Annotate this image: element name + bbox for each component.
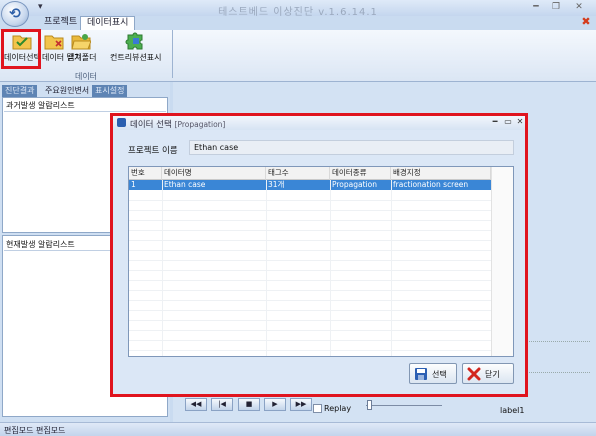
grid-line	[129, 270, 491, 271]
grid-header-data-name[interactable]: 데이터명	[162, 167, 266, 180]
grid-line	[129, 240, 491, 241]
past-alarm-title: 과거발생 알람리스트	[6, 101, 75, 110]
label1: label1	[500, 406, 525, 415]
replay-checkbox[interactable]	[313, 404, 322, 413]
tab-main-cause[interactable]: 주요원인변서	[42, 85, 92, 97]
puzzle-icon	[125, 32, 143, 50]
grid-column-line	[330, 180, 331, 356]
grid-cell-tag-count: 31개	[268, 180, 285, 189]
grid-line	[129, 340, 491, 341]
data-close-button[interactable]: 데이터 닫기	[42, 32, 82, 66]
grid-line	[129, 280, 491, 281]
dialog-close-button[interactable]: ✕	[515, 117, 525, 126]
capture-folder-label: 캡쳐폴더	[67, 53, 97, 62]
tab-data-display[interactable]: 데이터표시	[80, 16, 136, 30]
timeline-slider-track[interactable]	[366, 405, 442, 406]
window-minimize-button[interactable]: ━	[527, 2, 545, 13]
stop-button[interactable]: ■	[238, 398, 260, 411]
project-name-field[interactable]: Ethan case	[189, 140, 514, 155]
save-disk-icon	[415, 368, 427, 380]
grid-line	[129, 250, 491, 251]
status-text: 편집모드 편집모드	[4, 426, 66, 435]
grid-cell-background: fractionation screen	[393, 180, 469, 189]
dialog-minimize-button[interactable]: ━	[490, 117, 500, 126]
grid-column-line	[162, 180, 163, 356]
ribbon: 데이터선택 데이터 닫기 캡쳐폴더 컨트리뷰션표시 데이터	[0, 30, 596, 82]
grid-line	[129, 210, 491, 211]
capture-folder-button[interactable]: 캡쳐폴더	[67, 32, 97, 66]
grid-line	[129, 230, 491, 231]
grid-line	[129, 320, 491, 321]
dialog-maximize-button[interactable]: ▭	[503, 117, 513, 126]
left-panel-tabs: 진단결과 주요원인변서 표시설정	[0, 85, 170, 97]
contribution-display-label: 컨트리뷰션표시	[110, 53, 162, 62]
grid-line	[129, 350, 491, 351]
grid-header-data-type[interactable]: 데이터종류	[330, 167, 391, 180]
replay-label: Replay	[324, 404, 352, 413]
chart-gridline	[520, 372, 590, 373]
ribbon-tab-bar: 프로젝트 데이터표시	[0, 16, 596, 30]
grid-header-number[interactable]: 번호	[129, 167, 162, 180]
grid-line	[129, 200, 491, 201]
grid-line	[129, 300, 491, 301]
grid-column-line	[266, 180, 267, 356]
window-close-button[interactable]: ✕	[567, 2, 591, 13]
timeline-slider-thumb[interactable]	[367, 400, 372, 410]
grid-cell-number: 1	[131, 180, 136, 189]
close-button-label: 닫기	[485, 370, 500, 379]
play-button[interactable]: ▶	[264, 398, 286, 411]
status-bar	[0, 422, 596, 436]
chart-gridline	[520, 341, 590, 342]
grid-line	[129, 330, 491, 331]
tab-diagnosis-result[interactable]: 진단결과	[2, 85, 38, 97]
grid-header-background[interactable]: 배경지정	[391, 167, 491, 180]
grid-cell-data-type: Propagation	[332, 180, 377, 189]
highlight-box	[1, 29, 41, 69]
close-x-icon	[467, 367, 481, 381]
select-button-label: 선택	[432, 370, 447, 379]
select-button[interactable]: 선택	[409, 363, 457, 384]
contribution-display-button[interactable]: 컨트리뷰션표시	[110, 32, 162, 66]
grid-line	[129, 310, 491, 311]
folder-open-icon	[71, 34, 91, 50]
tab-display-settings[interactable]: 표시설정	[92, 85, 128, 97]
ribbon-group-label: 데이터	[74, 72, 98, 81]
dialog-title-text: 데이터 선택	[130, 120, 172, 130]
project-name-label: 프로젝트 이름	[128, 146, 178, 156]
grid-header-tag-count[interactable]: 태그수	[266, 167, 330, 180]
dialog-title: 데이터 선택 [Propagation]	[130, 118, 225, 130]
rewind-fast-button[interactable]: ◀◀	[185, 398, 207, 411]
grid-line	[129, 260, 491, 261]
fast-forward-button[interactable]: ▶▶	[290, 398, 312, 411]
dialog-title-mode: [Propagation]	[174, 120, 226, 129]
dialog-app-icon	[117, 118, 126, 127]
data-grid[interactable]: 번호 데이터명 태그수 데이터종류 배경지정 1 Ethan case 31개 …	[128, 166, 514, 357]
ribbon-group-divider	[172, 30, 173, 78]
folder-close-icon	[44, 35, 64, 50]
window-maximize-button[interactable]: ❐	[547, 2, 565, 13]
current-alarm-title: 현재발생 알람리스트	[6, 240, 75, 249]
ribbon-close-icon[interactable]: ✖	[580, 16, 592, 28]
divider	[4, 111, 166, 112]
grid-line	[129, 220, 491, 221]
tab-project[interactable]: 프로젝트	[38, 16, 83, 30]
close-button[interactable]: 닫기	[462, 363, 514, 384]
grid-cell-data-name: Ethan case	[164, 180, 206, 189]
grid-column-line	[391, 180, 392, 356]
grid-line	[129, 290, 491, 291]
grid-scrollbar[interactable]	[491, 167, 513, 356]
data-close-label: 데이터 닫기	[42, 53, 82, 62]
step-back-button[interactable]: |◀	[211, 398, 233, 411]
quick-access-dropdown[interactable]: ▾	[38, 2, 43, 12]
